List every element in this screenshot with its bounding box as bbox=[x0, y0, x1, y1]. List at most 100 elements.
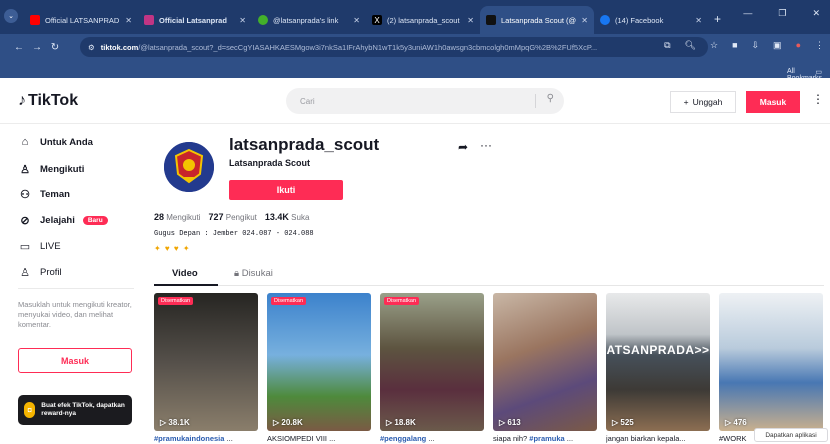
browser-tab-1[interactable]: Official LATSANPRAD ✕ bbox=[24, 6, 138, 34]
browser-tab-2[interactable]: Official Latsanprad ✕ bbox=[138, 6, 252, 34]
sidebar-item-label: Untuk Anda bbox=[40, 136, 93, 148]
restore-icon[interactable]: ❐ bbox=[778, 8, 786, 19]
caption-hashtag[interactable]: #pramuka bbox=[529, 434, 564, 443]
sidepanel-icon[interactable]: ▣ bbox=[773, 40, 782, 51]
effect-reward-banner[interactable]: ¤ Buat efek TikTok, dapatkan reward-nya bbox=[18, 395, 132, 425]
sidebar-item-profil[interactable]: ♙ Profil bbox=[18, 266, 62, 279]
caption-text: ... bbox=[426, 434, 435, 443]
bookmarks-bar: ▭ All Bookmarks bbox=[0, 60, 830, 82]
tab-title: Official Latsanprad bbox=[159, 15, 227, 25]
sidebar-item-teman[interactable]: ⚇ Teman bbox=[18, 188, 70, 201]
url-field[interactable]: ⚙ tiktok.com /@latsanprada_scout?_d=secC… bbox=[80, 37, 708, 57]
search-input[interactable]: Cari ⚲ bbox=[286, 88, 564, 114]
tiktok-logo[interactable]: ♪ TikTok bbox=[18, 92, 78, 110]
sidebar-item-label: Profil bbox=[40, 267, 62, 278]
following-stat[interactable]: 28 Mengikuti bbox=[154, 212, 201, 222]
promo-text: Buat efek TikTok, dapatkan reward-nya bbox=[41, 402, 125, 417]
close-tab-icon[interactable]: ✕ bbox=[695, 16, 702, 25]
bookmark-star-icon[interactable]: ☆ bbox=[710, 40, 718, 51]
zoom-icon[interactable]: 🔍︎ bbox=[685, 40, 696, 51]
following-label: Mengikuti bbox=[166, 213, 201, 222]
close-tab-icon[interactable]: ✕ bbox=[125, 16, 132, 25]
video-caption[interactable]: #pramukaindonesia ... bbox=[154, 434, 258, 443]
video-caption[interactable]: AKSIOMPEDI VIII ... bbox=[267, 434, 371, 443]
sidebar-item-untuk-anda[interactable]: ⌂ Untuk Anda bbox=[18, 136, 93, 148]
sidebar-item-jelajahi[interactable]: ⊘ Jelajahi Baru bbox=[18, 214, 108, 227]
browser-tab-3[interactable]: @latsanprada's link ✕ bbox=[252, 6, 366, 34]
profile-avatar-icon[interactable]: ● bbox=[796, 40, 801, 51]
profile-tabs: Video 🔒︎ Disukai bbox=[154, 262, 824, 286]
browser-menu-icon[interactable]: ⋮ bbox=[815, 40, 824, 51]
close-tab-icon[interactable]: ✕ bbox=[353, 16, 360, 25]
video-card[interactable]: ▷ 613 bbox=[493, 293, 597, 431]
video-card[interactable]: ▷ 476 bbox=[719, 293, 823, 431]
video-grid: Disematkan ▷ 38.1K #pramukaindonesia ...… bbox=[154, 293, 830, 444]
search-icon[interactable]: ⚲ bbox=[547, 93, 554, 104]
sidebar-item-mengikuti[interactable]: ♙ Mengikuti bbox=[18, 163, 84, 176]
minimize-icon[interactable]: — bbox=[743, 8, 752, 19]
sidebar-login-button[interactable]: Masuk bbox=[18, 348, 132, 373]
reload-icon[interactable]: ↻ bbox=[46, 42, 64, 53]
video-caption[interactable]: #penggalang ... bbox=[380, 434, 484, 443]
site-info-icon[interactable]: ⚙ bbox=[88, 43, 95, 52]
bio-emoji-line: ✦ ♥ ♥ ✦ bbox=[154, 244, 191, 253]
logo-text: TikTok bbox=[28, 92, 79, 109]
close-tab-icon[interactable]: ✕ bbox=[239, 16, 246, 25]
live-icon: ▭ bbox=[19, 241, 31, 253]
caption-hashtag[interactable]: #pramukaindonesia bbox=[154, 434, 224, 443]
tab-video[interactable]: Video bbox=[172, 268, 198, 279]
sidebar-item-live[interactable]: ▭ LIVE bbox=[18, 240, 61, 253]
view-count-value: 18.8K bbox=[394, 418, 416, 427]
sidebar-divider bbox=[18, 288, 134, 289]
close-tab-icon[interactable]: ✕ bbox=[467, 16, 474, 25]
video-card[interactable]: Disematkan ▷ 20.8K bbox=[267, 293, 371, 431]
video-caption[interactable]: siapa nih? #pramuka ... bbox=[493, 434, 597, 443]
tab-title: (14) Facebook bbox=[615, 15, 664, 25]
share-icon[interactable]: ➦ bbox=[458, 140, 468, 154]
followers-stat[interactable]: 727 Pengikut bbox=[209, 212, 257, 222]
new-tab-button[interactable]: + bbox=[714, 12, 721, 26]
view-count: ▷ 18.8K bbox=[386, 418, 416, 427]
address-bar-row: ← → ↻ ⚙ tiktok.com /@latsanprada_scout?_… bbox=[0, 34, 830, 60]
coin-icon: ¤ bbox=[24, 402, 36, 418]
profile-more-icon[interactable]: ··· bbox=[480, 138, 492, 152]
bio-emojis: ✦ ♥ ♥ ✦ bbox=[154, 244, 191, 253]
likes-stat: 13.4K Suka bbox=[265, 212, 310, 222]
url-path: /@latsanprada_scout?_d=secCgYIASAHKAESMg… bbox=[138, 42, 598, 52]
browser-tab-5-active[interactable]: Latsanprada Scout (@ ✕ bbox=[480, 6, 594, 34]
profile-nickname: Latsanprada Scout bbox=[229, 158, 311, 168]
avatar[interactable] bbox=[164, 142, 214, 192]
forward-icon[interactable]: → bbox=[28, 42, 46, 53]
followers-label: Pengikut bbox=[225, 213, 257, 222]
more-options-icon[interactable]: ⋮ bbox=[812, 92, 824, 106]
back-icon[interactable]: ← bbox=[10, 42, 28, 53]
new-badge: Baru bbox=[82, 216, 108, 225]
view-count: ▷ 20.8K bbox=[273, 418, 303, 427]
tab-title: Latsanprada Scout (@ bbox=[501, 15, 577, 25]
caption-hashtag[interactable]: #penggalang bbox=[380, 434, 426, 443]
close-window-icon[interactable]: ✕ bbox=[812, 8, 820, 19]
upload-button[interactable]: + Unggah bbox=[670, 91, 736, 113]
follow-button[interactable]: Ikuti bbox=[229, 180, 343, 200]
browser-tab-4[interactable]: X (2) latsanprada_scout ✕ bbox=[366, 6, 480, 34]
view-count-value: 20.8K bbox=[281, 418, 303, 427]
browser-tab-6[interactable]: (14) Facebook ✕ bbox=[594, 6, 708, 34]
caption-text: siapa nih? bbox=[493, 434, 530, 443]
tab-disukai[interactable]: 🔒︎ Disukai bbox=[234, 268, 273, 279]
youtube-icon bbox=[30, 15, 40, 25]
video-card[interactable]: ATSANPRADA>> ▷ 525 bbox=[606, 293, 710, 431]
search-divider bbox=[535, 94, 536, 108]
tiktok-header: ♪ TikTok Cari ⚲ + Unggah Masuk ⋮ bbox=[0, 78, 830, 124]
install-app-icon[interactable]: ⧉ bbox=[664, 40, 670, 51]
window-controls: — ❐ ✕ bbox=[743, 8, 820, 19]
home-icon: ⌂ bbox=[21, 136, 29, 148]
extension-icon[interactable]: ■ bbox=[732, 40, 737, 51]
video-card[interactable]: Disematkan ▷ 18.8K bbox=[380, 293, 484, 431]
close-tab-icon[interactable]: ✕ bbox=[581, 16, 588, 25]
view-count: ▷ 476 bbox=[725, 418, 747, 427]
video-card[interactable]: Disematkan ▷ 38.1K bbox=[154, 293, 258, 431]
downloads-icon[interactable]: ⇩ bbox=[752, 40, 760, 51]
login-button[interactable]: Masuk bbox=[746, 91, 800, 113]
get-app-button[interactable]: Dapatkan aplikasi bbox=[754, 428, 828, 442]
video-caption[interactable]: jangan biarkan kepala... bbox=[606, 434, 710, 443]
